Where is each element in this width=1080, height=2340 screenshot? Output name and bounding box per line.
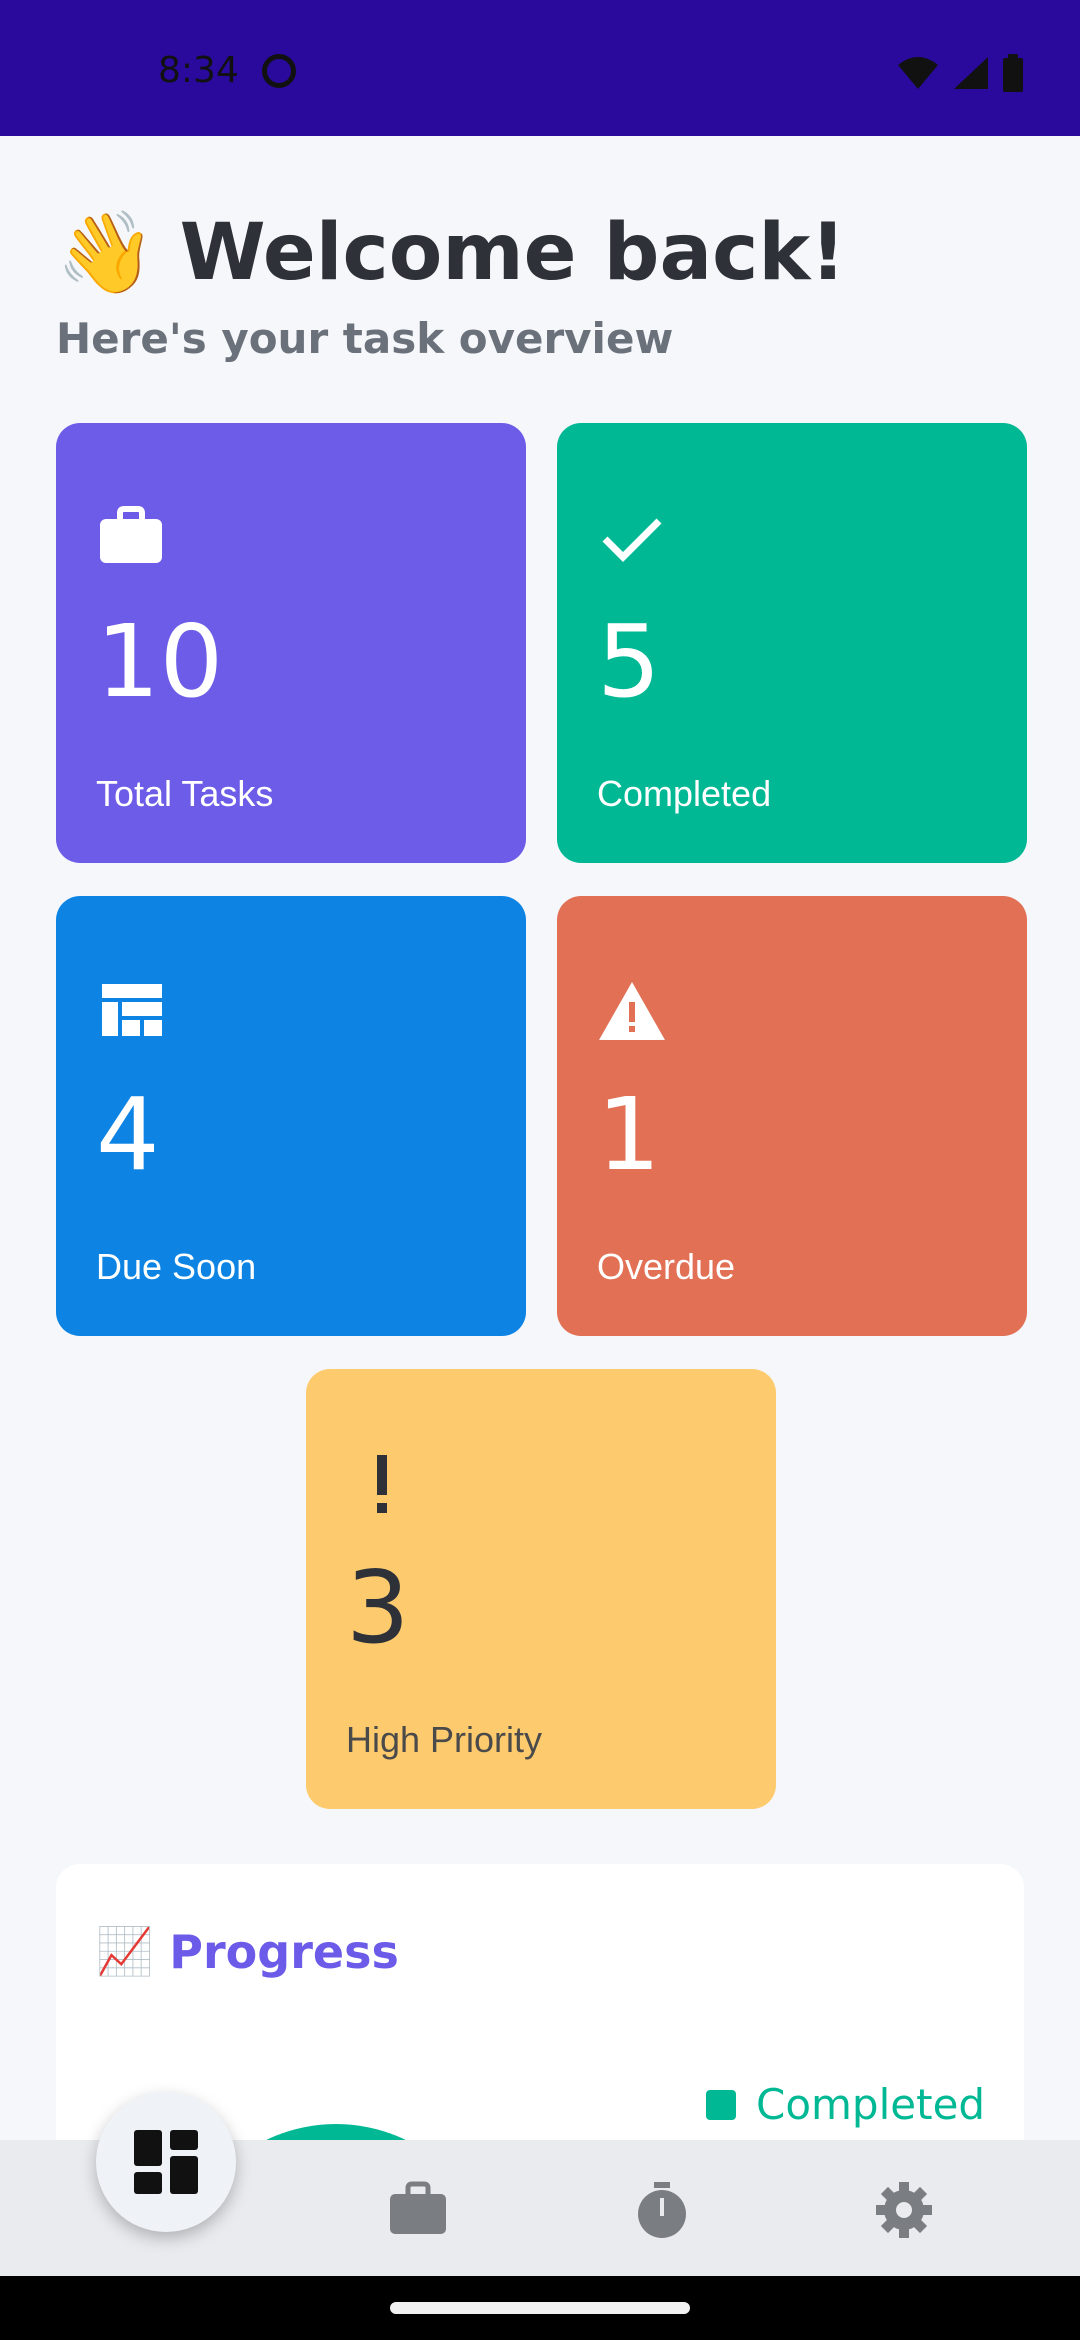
dashboard-icon [102, 984, 162, 1036]
chart-increasing-icon: 📈 [96, 1924, 154, 1978]
sync-icon [262, 54, 296, 88]
total-tasks-label: Total Tasks [96, 773, 274, 814]
legend-swatch [706, 2089, 736, 2120]
completed-label: Completed [597, 773, 772, 814]
battery-icon [1003, 54, 1023, 92]
nav-tasks-button[interactable] [388, 2180, 448, 2240]
progress-title: Progress [169, 1924, 399, 1979]
nav-timer-button[interactable] [632, 2180, 692, 2240]
completed-card[interactable]: 5 Completed [557, 423, 1027, 863]
due-soon-label: Due Soon [96, 1246, 257, 1287]
status-time: 8:34 [158, 50, 239, 91]
page-subtitle: Here's your task overview [56, 314, 674, 363]
page-title: Welcome back! [179, 208, 846, 298]
completed-count: 5 [597, 603, 661, 720]
total-tasks-count: 10 [96, 603, 224, 720]
total-tasks-card[interactable]: 10 Total Tasks [56, 423, 526, 863]
signal-icon [954, 57, 988, 89]
wifi-icon [898, 57, 938, 89]
overdue-label: Overdue [597, 1246, 736, 1287]
overdue-count: 1 [597, 1076, 661, 1193]
legend-label: Completed [756, 2080, 986, 2129]
greeting: 👋 Welcome back! [56, 206, 846, 300]
waving-hand-icon: 👋 [56, 208, 156, 297]
progress-header: 📈 Progress [96, 1924, 399, 1979]
due-soon-count: 4 [96, 1076, 160, 1193]
overdue-card[interactable]: 1 Overdue [557, 896, 1027, 1336]
check-icon [602, 518, 662, 562]
status-icons [896, 54, 1024, 92]
progress-card: 📈 Progress Completed [56, 1864, 1024, 2140]
warning-icon [599, 982, 665, 1040]
high-priority-card[interactable]: 3 High Priority [306, 1369, 776, 1809]
due-soon-card[interactable]: 4 Due Soon [56, 896, 526, 1336]
high-priority-count: 3 [346, 1549, 410, 1666]
nav-settings-button[interactable] [874, 2180, 934, 2240]
main-content: 👋 Welcome back! Here's your task overvie… [0, 136, 1080, 2140]
briefcase-icon [100, 506, 162, 563]
legend-item-completed: Completed [706, 2080, 985, 2129]
status-bar: 8:34 [0, 0, 1080, 136]
high-priority-label: High Priority [346, 1719, 543, 1760]
dashboard-icon [134, 2130, 198, 2194]
exclamation-icon [377, 1455, 387, 1513]
nav-dashboard-button[interactable] [96, 2092, 236, 2232]
system-gesture-bar [0, 2276, 1080, 2340]
home-indicator[interactable] [390, 2302, 690, 2314]
